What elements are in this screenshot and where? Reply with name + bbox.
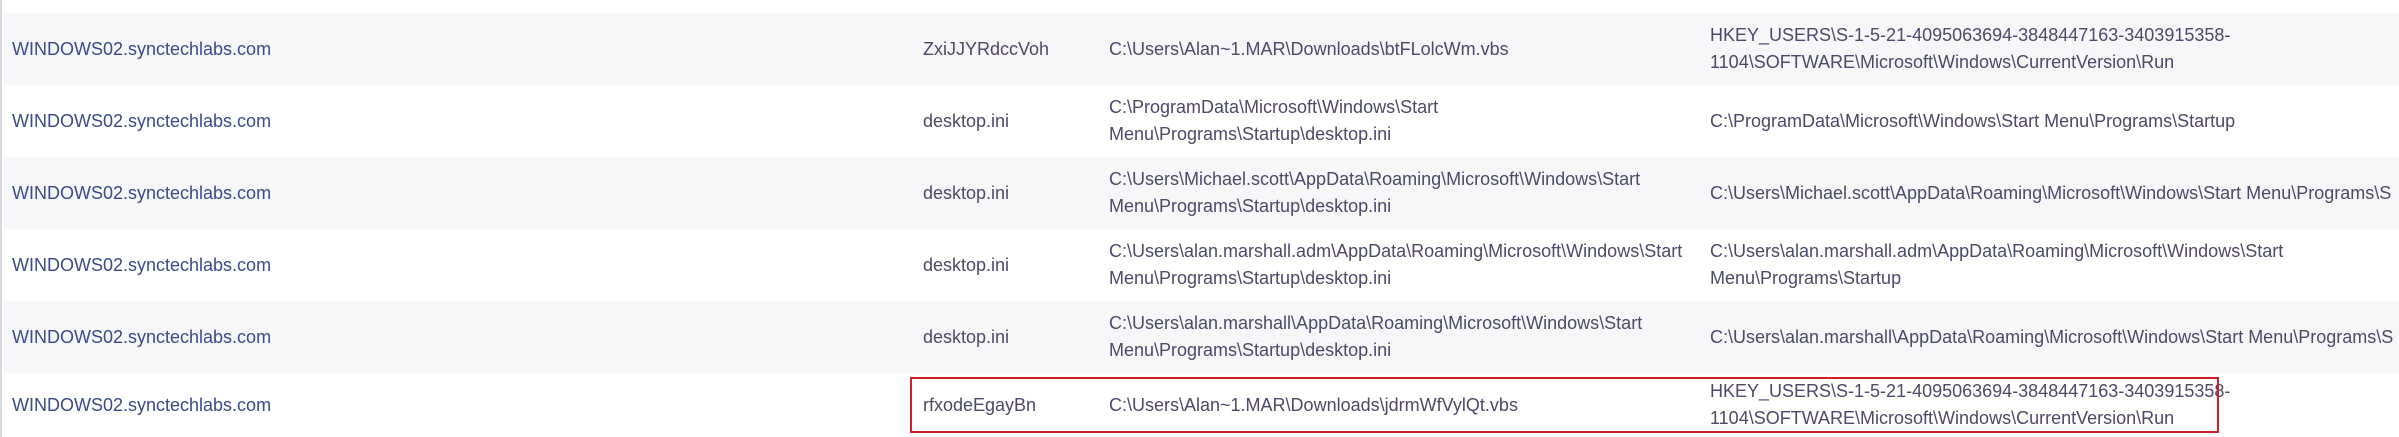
name-text: desktop.ini [923,182,1010,203]
host-cell: WINDOWS02.synctechlabs.com [12,157,271,229]
location-cell: HKEY_USERS\S-1-5-21-4095063694-384844716… [1710,13,2399,85]
host-text: WINDOWS02.synctechlabs.com [12,326,272,347]
host-cell: WINDOWS02.synctechlabs.com [12,373,271,437]
host-text: WINDOWS02.synctechlabs.com [12,254,272,275]
location-cell: C:\ProgramData\Microsoft\Windows\Start M… [1710,85,2399,157]
host-cell: WINDOWS02.synctechlabs.com [12,85,271,157]
path-text: C:\Users\alan.marshall\AppData\Roaming\M… [1109,313,1643,360]
name-cell: desktop.ini [923,85,1009,157]
name-cell: rfxodeEgayBn [923,373,1036,437]
host-text: WINDOWS02.synctechlabs.com [12,110,272,131]
path-cell: C:\Users\Michael.scott\AppData\Roaming\M… [1109,157,1699,229]
table-row[interactable]: WINDOWS02.synctechlabs.com desktop.ini C… [4,229,2399,301]
name-text: desktop.ini [923,326,1010,347]
host-cell: WINDOWS02.synctechlabs.com [12,301,271,373]
name-cell: desktop.ini [923,157,1009,229]
host-cell: WINDOWS02.synctechlabs.com [12,13,271,85]
name-cell: desktop.ini [923,301,1009,373]
location-text: C:\Users\alan.marshall.adm\AppData\Roami… [1710,241,2284,288]
path-cell: C:\Users\Alan~1.MAR\Downloads\btFLolcWm.… [1109,13,1699,85]
table-row[interactable]: WINDOWS02.synctechlabs.com desktop.ini C… [4,85,2399,157]
location-cell: C:\Users\alan.marshall\AppData\Roaming\M… [1710,301,2399,373]
location-cell: HKEY_USERS\S-1-5-21-4095063694-384844716… [1710,373,2399,437]
table-row[interactable]: WINDOWS02.synctechlabs.com rfxodeEgayBn … [4,373,2399,437]
path-cell: C:\Users\Alan~1.MAR\Downloads\jdrmWfVylQ… [1109,373,1699,437]
path-text: C:\Users\Michael.scott\AppData\Roaming\M… [1109,169,1641,216]
host-text: WINDOWS02.synctechlabs.com [12,182,272,203]
table-top-strip [2,0,2399,13]
name-text: desktop.ini [923,254,1010,275]
path-text: C:\Users\Alan~1.MAR\Downloads\btFLolcWm.… [1109,38,1509,59]
location-text: C:\Users\Michael.scott\AppData\Roaming\M… [1710,182,2392,203]
location-text: HKEY_USERS\S-1-5-21-4095063694-384844716… [1710,25,2231,72]
results-table: WINDOWS02.synctechlabs.com ZxiJJYRdccVoh… [0,0,2399,437]
table-row[interactable]: WINDOWS02.synctechlabs.com desktop.ini C… [4,301,2399,373]
path-cell: C:\ProgramData\Microsoft\Windows\Start M… [1109,85,1699,157]
location-cell: C:\Users\Michael.scott\AppData\Roaming\M… [1710,157,2399,229]
path-text: C:\ProgramData\Microsoft\Windows\Start M… [1109,97,1439,144]
name-text: ZxiJJYRdccVoh [923,38,1050,59]
path-cell: C:\Users\alan.marshall.adm\AppData\Roami… [1109,229,1699,301]
host-text: WINDOWS02.synctechlabs.com [12,394,272,415]
location-text: C:\ProgramData\Microsoft\Windows\Start M… [1710,110,2236,131]
path-text: C:\Users\alan.marshall.adm\AppData\Roami… [1109,241,1683,288]
location-cell: C:\Users\alan.marshall.adm\AppData\Roami… [1710,229,2399,301]
host-cell: WINDOWS02.synctechlabs.com [12,229,271,301]
location-text: HKEY_USERS\S-1-5-21-4095063694-384844716… [1710,381,2231,428]
name-text: desktop.ini [923,110,1010,131]
name-cell: desktop.ini [923,229,1009,301]
path-cell: C:\Users\alan.marshall\AppData\Roaming\M… [1109,301,1699,373]
name-text: rfxodeEgayBn [923,394,1037,415]
table-row[interactable]: WINDOWS02.synctechlabs.com ZxiJJYRdccVoh… [4,13,2399,85]
location-text: C:\Users\alan.marshall\AppData\Roaming\M… [1710,326,2394,347]
table-row[interactable]: WINDOWS02.synctechlabs.com desktop.ini C… [4,157,2399,229]
name-cell: ZxiJJYRdccVoh [923,13,1049,85]
host-text: WINDOWS02.synctechlabs.com [12,38,272,59]
path-text: C:\Users\Alan~1.MAR\Downloads\jdrmWfVylQ… [1109,394,1518,415]
